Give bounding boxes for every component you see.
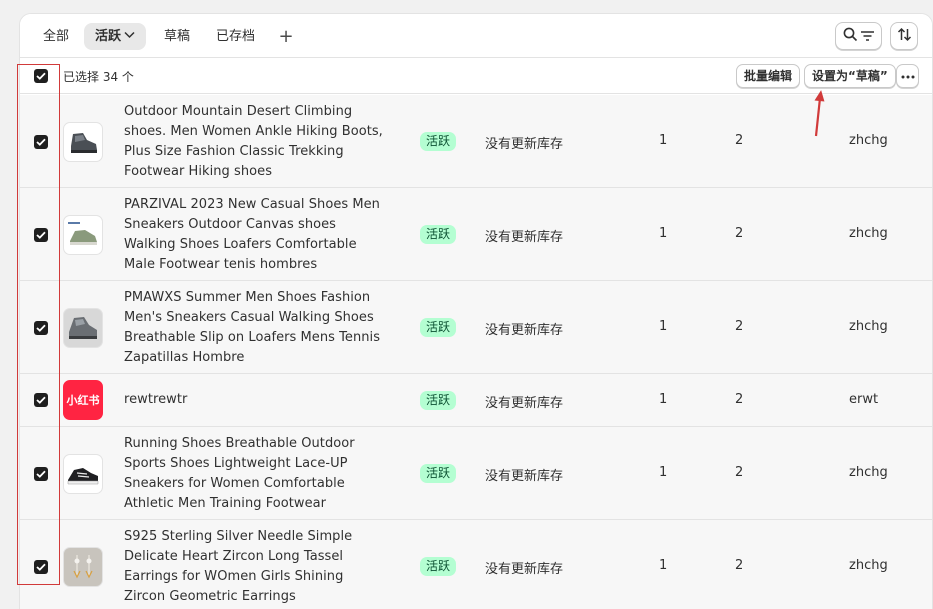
title-line: Zapatillas Hombre [124,350,245,365]
product-title[interactable]: S925 Sterling Silver Needle Simple Delic… [124,527,386,607]
title-line: S925 Sterling Silver Needle Simple [124,529,353,544]
title-line: Plus Size Fashion Classic Trekking [124,144,344,159]
inventory-cell: 没有更新库存 [485,396,564,411]
view-tabs-bar: 全部 活跃 草稿 已存档 + [20,14,932,58]
tab-archived-label: 已存档 [216,29,256,44]
count-cell-1: 1 [659,319,668,334]
product-title[interactable]: Running Shoes Breathable Outdoor Sports … [124,434,386,514]
tab-active[interactable]: 活跃 [84,22,147,50]
sort-icon [897,27,912,46]
running-shoe-image [63,454,103,494]
more-horizontal-icon [901,69,915,83]
table-row[interactable]: Running Shoes Breathable Outdoor Sports … [20,427,932,520]
vendor-cell: zhchg [849,558,888,573]
count-cell-2: 2 [735,133,744,148]
count-cell-2: 2 [735,558,744,573]
inventory-cell: 没有更新库存 [485,562,564,577]
count-cell-2: 2 [735,465,744,480]
count-cell-2: 2 [735,319,744,334]
xiaohongshu-logo-text: 小红书 [66,394,100,407]
vendor-cell: erwt [849,392,879,407]
product-title[interactable]: PMAWXS Summer Men Shoes Fashion Men's Sn… [124,288,386,368]
status-badge: 活跃 [420,318,457,337]
inventory-cell: 没有更新库存 [485,323,564,338]
tab-all[interactable]: 全部 [32,23,80,50]
title-line: Male Footwear tenis hombres [124,257,318,272]
table-row[interactable]: S925 Sterling Silver Needle Simple Delic… [20,520,932,609]
title-line: Men's Sneakers Casual Walking Shoes [124,310,374,325]
title-line: Breathable Slip on Loafers Mens Tennis [124,330,381,345]
title-line: PMAWXS Summer Men Shoes Fashion [124,290,371,305]
title-line: Sports Shoes Lightweight Lace-UP [124,456,348,471]
status-badge: 活跃 [420,391,457,410]
count-cell-2: 2 [735,226,744,241]
status-badge: 活跃 [420,132,457,151]
title-line: Athletic Men Training Footwear [124,496,327,511]
count-cell-1: 1 [659,133,668,148]
status-badge: 活跃 [420,557,457,576]
hiking-boot-image [63,122,103,162]
search-filter-button[interactable] [835,22,882,50]
status-badge: 活跃 [420,225,457,244]
product-title[interactable]: Outdoor Mountain Desert Climbing shoes. … [124,102,386,182]
count-cell-1: 1 [659,465,668,480]
tab-archived[interactable]: 已存档 [205,23,266,50]
count-cell-1: 1 [659,558,668,573]
table-row[interactable]: Outdoor Mountain Desert Climbing shoes. … [20,95,932,188]
table-row[interactable]: 小红书 rewtrewtr 活跃 没有更新库存 1 2 erwt [20,374,932,427]
title-line: Sneakers for Women Comfortable [124,476,345,491]
title-line: rewtrewtr [124,392,188,407]
vendor-cell: zhchg [849,465,888,480]
title-line: Outdoor Mountain Desert Climbing [124,104,353,119]
title-line: Delicate Heart Zircon Long Tassel [124,549,344,564]
table-row[interactable]: PARZIVAL 2023 New Casual Shoes Men Sneak… [20,188,932,281]
count-cell-2: 2 [735,392,744,407]
product-title[interactable]: PARZIVAL 2023 New Casual Shoes Men Sneak… [124,195,386,275]
more-actions-button[interactable] [896,64,919,88]
title-line: shoes. Men Women Ankle Hiking Boots, [124,124,383,139]
selected-count-label: 已选择 34 个 [63,70,134,84]
tab-draft-label: 草稿 [164,29,191,44]
product-title[interactable]: rewtrewtr [124,390,386,410]
vendor-cell: zhchg [849,319,888,334]
annotation-box [17,64,60,585]
earrings-image [63,547,103,587]
chevron-down-icon [124,22,135,49]
tab-draft[interactable]: 草稿 [153,23,201,50]
xiaohongshu-logo: 小红书 [63,380,103,420]
sneaker-image [63,308,103,348]
title-line: Footwear Hiking shoes [124,164,273,179]
vendor-cell: zhchg [849,226,888,241]
title-line: Zircon Geometric Earrings [124,589,296,604]
annotation-arrow [814,90,825,137]
title-line: Earrings for WOmen Girls Shining [124,569,344,584]
canvas-shoe-image [63,215,103,255]
add-view-button[interactable]: + [274,23,298,50]
title-line: Sneakers Outdoor Canvas shoes [124,217,337,232]
search-icon [843,27,858,46]
inventory-cell: 没有更新库存 [485,469,564,484]
inventory-cell: 没有更新库存 [485,230,564,245]
tab-all-label: 全部 [43,29,70,44]
products-card: 全部 活跃 草稿 已存档 + 已选择 34 个 批量编辑 设置为“草稿” Out… [19,13,933,609]
count-cell-1: 1 [659,226,668,241]
title-line: PARZIVAL 2023 New Casual Shoes Men [124,197,380,212]
inventory-cell: 没有更新库存 [485,137,564,152]
sort-button[interactable] [890,22,918,50]
bulk-action-bar: 已选择 34 个 批量编辑 设置为“草稿” [20,59,932,94]
vendor-cell: zhchg [849,133,888,148]
tab-active-label: 活跃 [95,29,122,44]
count-cell-1: 1 [659,392,668,407]
table-row[interactable]: PMAWXS Summer Men Shoes Fashion Men's Sn… [20,281,932,374]
plus-icon: + [278,26,294,47]
filter-icon [860,27,875,46]
bulk-edit-button[interactable]: 批量编辑 [736,64,801,88]
set-as-draft-button[interactable]: 设置为“草稿” [804,64,896,88]
title-line: Walking Shoes Loafers Comfortable [124,237,357,252]
title-line: Running Shoes Breathable Outdoor [124,436,355,451]
status-badge: 活跃 [420,464,457,483]
